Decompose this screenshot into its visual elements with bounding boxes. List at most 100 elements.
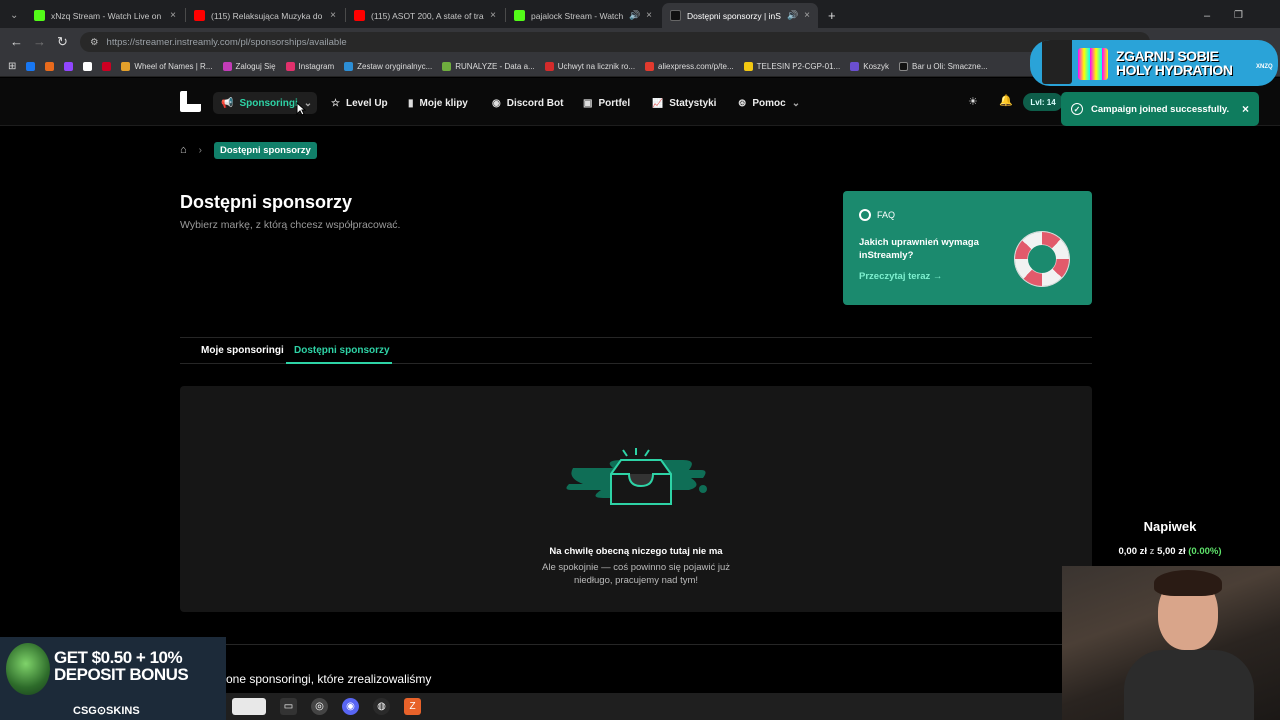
theme-toggle-icon[interactable]: ☀ <box>968 95 978 108</box>
breadcrumb: ⌂ › Dostępni sponsorzy <box>180 141 317 159</box>
lifebuoy-icon <box>859 209 871 221</box>
product-image <box>1078 48 1108 80</box>
close-icon[interactable]: × <box>804 10 810 21</box>
bookmark-item[interactable]: aliexpress.com/p/te... <box>645 61 734 71</box>
close-icon[interactable]: × <box>1242 102 1249 116</box>
empty-state-panel: Na chwilę obecną niczego tutaj nie ma Al… <box>180 386 1092 612</box>
tab-title: pajalock Stream - Watch Liv <box>531 10 623 21</box>
person-body <box>1124 650 1254 720</box>
chevron-right-icon: › <box>198 144 202 156</box>
browser-tab-active[interactable]: Dostępni sponsorzy | inStre 🔊 × <box>662 3 818 28</box>
bookmark[interactable] <box>102 61 112 71</box>
x-bookmark[interactable] <box>83 61 93 71</box>
reload-icon[interactable]: ↻ <box>57 34 68 50</box>
nav-level-up[interactable]: ☆ Level Up <box>331 92 388 114</box>
nav-pomoc[interactable]: ⊛ Pomoc ⌄ <box>738 92 800 114</box>
minimize-icon[interactable]: – <box>1196 3 1216 28</box>
nav-label: Level Up <box>345 97 388 109</box>
bookmark-item[interactable]: Wheel of Names | R... <box>121 61 213 71</box>
instreamly-logo[interactable] <box>180 91 201 112</box>
bookmark-item[interactable]: Koszyk <box>850 61 889 71</box>
home-icon[interactable]: ⌂ <box>180 144 187 156</box>
youtube-icon <box>194 10 205 21</box>
speaker-icon[interactable]: 🔊 <box>787 10 798 21</box>
person-hair <box>1154 570 1222 596</box>
bookmark-item[interactable]: Bar u Oli: Smaczne... <box>899 61 988 71</box>
browser-tab-strip: ⌄ xNzq Stream - Watch Live on Ki × (115)… <box>0 0 1280 28</box>
promo-code: XNZQ <box>1256 64 1273 70</box>
close-icon[interactable]: × <box>170 10 176 21</box>
nav-moje-klipy[interactable]: ▮ Moje klipy <box>408 92 468 114</box>
nav-statystyki[interactable]: 📈 Statystyki <box>652 92 716 114</box>
close-icon[interactable]: × <box>646 10 652 21</box>
tab-dostepni-sponsorzy[interactable]: Dostępni sponsorzy <box>294 345 390 356</box>
bookmark-item[interactable]: TELESIN P2-CGP-01... <box>743 61 840 71</box>
discord-icon[interactable]: ◉ <box>342 698 359 715</box>
site-info-icon[interactable]: ⚙ <box>90 37 99 48</box>
app-icon[interactable]: Z <box>404 698 421 715</box>
bookmark-item[interactable]: RUNALYZE - Data a... <box>442 61 535 71</box>
close-icon[interactable]: × <box>330 10 336 21</box>
tab-list-button[interactable]: ⌄ <box>2 3 24 28</box>
chrome-icon[interactable]: ◎ <box>311 698 328 715</box>
browser-tab[interactable]: (115) Relaksująca Muzyka do Sn × <box>186 3 344 28</box>
nav-label: Statystyki <box>669 97 717 109</box>
bookmark-item[interactable]: Uchwyt na licznik ro... <box>544 61 635 71</box>
mascot-image <box>6 643 50 695</box>
tab-title: Dostępni sponsorzy | inStre <box>687 10 781 21</box>
youtube-icon <box>354 10 365 21</box>
taskbar: ▭ ◎ ◉ ◍ Z <box>226 693 1062 720</box>
faq-card: FAQ Jakich uprawnień wymaga inStreamly? … <box>843 191 1092 305</box>
back-icon[interactable]: ← <box>10 34 23 49</box>
tab-title: (115) ASOT 200, A state of tran <box>371 10 485 21</box>
close-icon[interactable]: × <box>490 10 496 21</box>
wallet-icon: ▣ <box>583 97 593 109</box>
speaker-icon[interactable]: 🔊 <box>629 10 640 21</box>
divider <box>180 337 1092 338</box>
empty-state-body: Ale spokojnie — coś powinno się pojawić … <box>542 562 730 586</box>
mouse-cursor-icon <box>296 102 306 116</box>
browser-tab[interactable]: (115) ASOT 200, A state of tran × <box>346 3 504 28</box>
faq-read-link[interactable]: Przeczytaj teraz → <box>859 271 942 282</box>
bookmark[interactable] <box>45 61 55 71</box>
taskbar-search[interactable] <box>232 698 266 715</box>
twitch-bookmark[interactable] <box>64 61 74 71</box>
nav-label: Discord Bot <box>506 97 564 109</box>
address-bar[interactable]: ⚙ https://streamer.instreamly.com/pl/spo… <box>80 32 1150 52</box>
nav-label: Portfel <box>598 97 631 109</box>
terminal-icon[interactable]: ▭ <box>280 698 297 715</box>
facebook-bookmark[interactable] <box>26 61 36 71</box>
help-icon: ⊛ <box>738 97 747 109</box>
discord-icon: ◉ <box>492 97 501 109</box>
obs-icon[interactable]: ◍ <box>373 698 390 715</box>
chevron-down-icon: ⌄ <box>10 10 19 21</box>
shaker-bottle-image <box>1042 40 1072 84</box>
ad-headline: GET $0.50 + 10% DEPOSIT BONUS <box>54 648 189 684</box>
level-badge[interactable]: Lvl: 14 <box>1023 93 1063 111</box>
new-tab-button[interactable]: + <box>820 3 840 28</box>
sponsor-banner-hydration: ZGARNIJ SOBIE HOLY HYDRATION XNZQ <box>1030 40 1278 86</box>
browser-tab[interactable]: xNzq Stream - Watch Live on Ki × <box>26 3 184 28</box>
forward-icon[interactable]: → <box>33 34 46 49</box>
maximize-icon[interactable]: ❐ <box>1226 3 1246 28</box>
empty-state-title: Na chwilę obecną niczego tutaj nie ma <box>549 546 723 557</box>
nav-label: Moje klipy <box>419 97 468 109</box>
bell-icon[interactable]: 🔔 <box>999 94 1013 107</box>
bookmark-item[interactable]: Instagram <box>285 61 334 71</box>
chart-icon: 📈 <box>652 97 664 108</box>
divider <box>180 644 1092 645</box>
active-tab-indicator <box>286 362 392 364</box>
tab-moje-sponsoringi[interactable]: Moje sponsoringi <box>201 345 284 356</box>
nav-discord-bot[interactable]: ◉ Discord Bot <box>492 92 563 114</box>
faq-tag: FAQ <box>859 209 895 221</box>
csgoskins-ad: GET $0.50 + 10% DEPOSIT BONUS CSG⊙SKINS <box>0 637 226 720</box>
browser-tab[interactable]: pajalock Stream - Watch Liv 🔊 × <box>506 3 660 28</box>
success-toast: ✓ Campaign joined successfully. × <box>1061 92 1259 126</box>
star-icon: ☆ <box>331 97 340 109</box>
bookmark-item[interactable]: Zaloguj Się <box>222 61 276 71</box>
apps-icon[interactable]: ⊞ <box>8 61 16 72</box>
breadcrumb-current: Dostępni sponsorzy <box>214 141 317 159</box>
bookmark-item[interactable]: Zestaw oryginalnyc... <box>344 61 432 71</box>
tab-title: xNzq Stream - Watch Live on Ki <box>51 10 165 21</box>
nav-portfel[interactable]: ▣ Portfel <box>583 92 630 114</box>
